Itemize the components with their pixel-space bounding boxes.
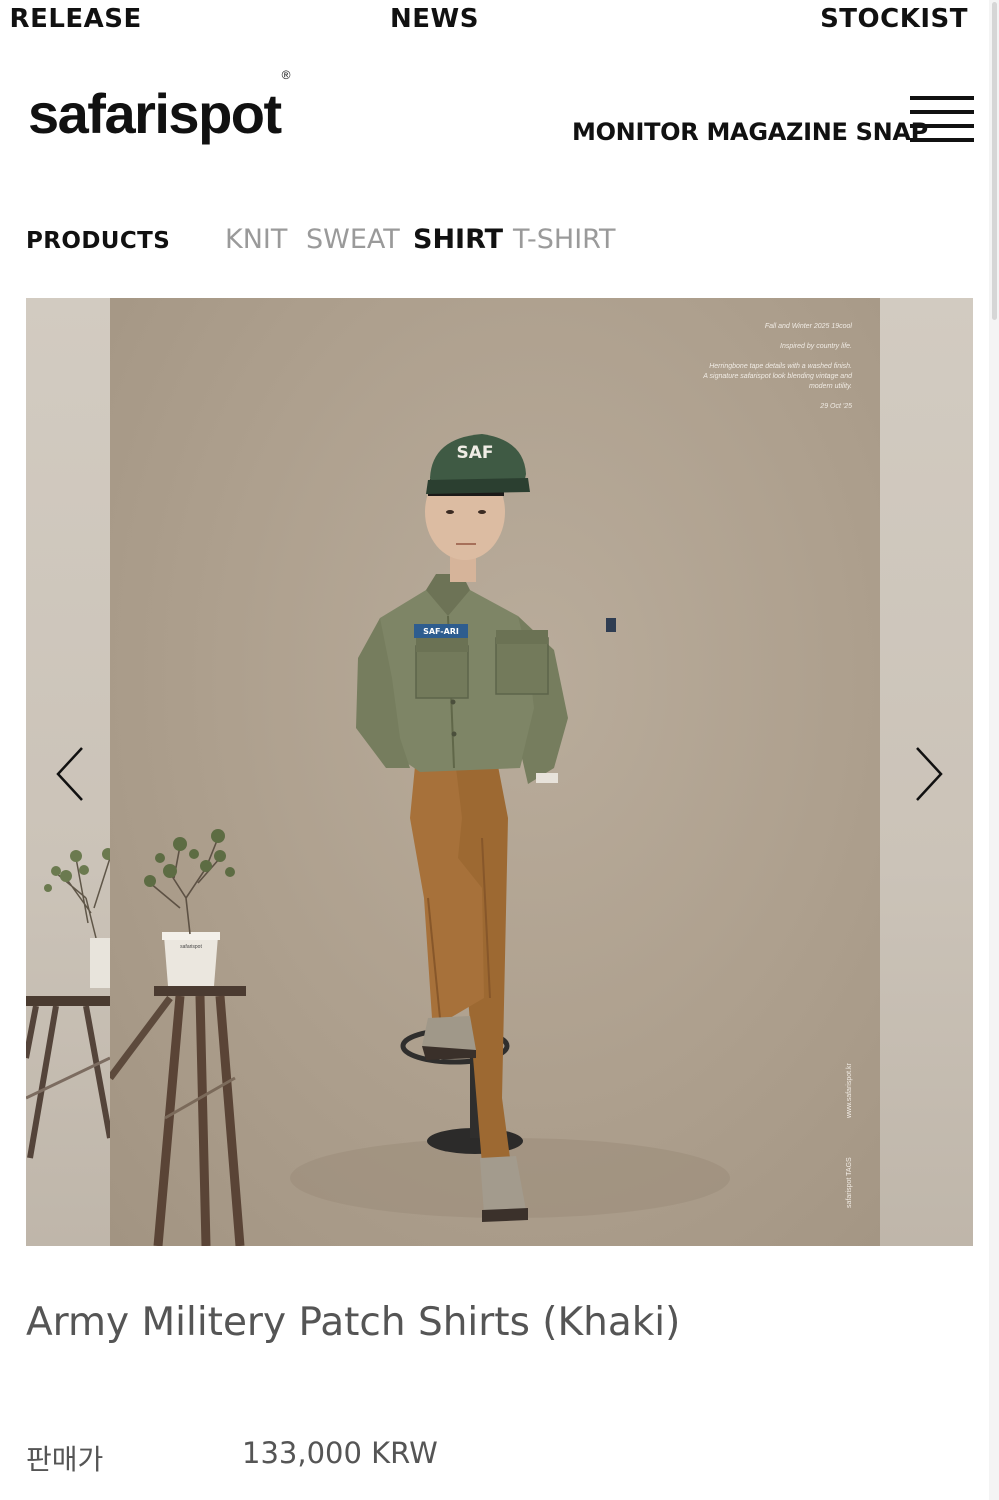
slide-caption: Fall and Winter 2025 19cool Inspired by … xyxy=(692,322,852,422)
products-heading: PRODUCTS xyxy=(26,228,171,254)
pot-label: safarispot xyxy=(180,944,202,950)
caption-date: 29 Oct '25 xyxy=(820,403,852,410)
top-navigation: / RELEASE NEWS STOCKIST xyxy=(0,0,980,44)
scrollbar-thumb[interactable] xyxy=(992,2,997,320)
vertical-url-text: www.safarispot.kr xyxy=(846,1063,853,1118)
magazine-link[interactable]: MAGAZINE xyxy=(706,118,847,146)
header-links: MONITOR MAGAZINE SNAP xyxy=(572,118,928,146)
cap-logo-text: SAF xyxy=(456,443,493,463)
model-photo: safarispot SAF-ARI SAF xyxy=(110,434,730,1246)
main-product-image: safarispot SAF-ARI SAF Fall and Winter 2… xyxy=(110,298,880,1246)
nav-news-link[interactable]: NEWS xyxy=(390,4,479,34)
logo-text: safarispot xyxy=(28,82,282,145)
nav-stockist-link[interactable]: STOCKIST xyxy=(820,4,968,34)
price-label: 판매가 xyxy=(26,1443,104,1476)
category-sweat[interactable]: SWEAT xyxy=(306,224,400,255)
category-tshirt[interactable]: T-SHIRT xyxy=(513,224,615,255)
category-shirt[interactable]: SHIRT xyxy=(413,224,503,255)
brand-logo[interactable]: safarispot® xyxy=(28,69,291,142)
caption-line-1: Fall and Winter 2025 19cool xyxy=(764,323,852,330)
caption-line-4: A signature safarispot look blending vin… xyxy=(703,373,852,390)
shirt-patch-text: SAF-ARI xyxy=(423,627,459,636)
registered-mark: ® xyxy=(281,68,291,83)
nav-release-link[interactable]: / RELEASE xyxy=(0,4,142,34)
vertical-tag-text: safarispot TAGS xyxy=(846,1157,853,1208)
product-gallery[interactable]: safarispot SAF-ARI SAF Fall and Winter 2… xyxy=(26,298,973,1246)
caption-line-3: Herringbone tape details with a washed f… xyxy=(709,363,852,370)
page-scrollbar[interactable] xyxy=(989,0,999,1500)
category-knit[interactable]: KNIT xyxy=(225,224,287,255)
price-value: 133,000 KRW xyxy=(242,1436,438,1470)
hamburger-icon[interactable] xyxy=(910,96,974,144)
product-title: Army Militery Patch Shirts (Khaki) xyxy=(26,1300,681,1345)
cut-off-next-row xyxy=(242,1493,342,1500)
chevron-left-icon[interactable] xyxy=(52,744,96,804)
monitor-link[interactable]: MONITOR xyxy=(572,118,699,146)
caption-line-2: Inspired by country life. xyxy=(780,343,852,350)
chevron-right-icon[interactable] xyxy=(903,744,947,804)
